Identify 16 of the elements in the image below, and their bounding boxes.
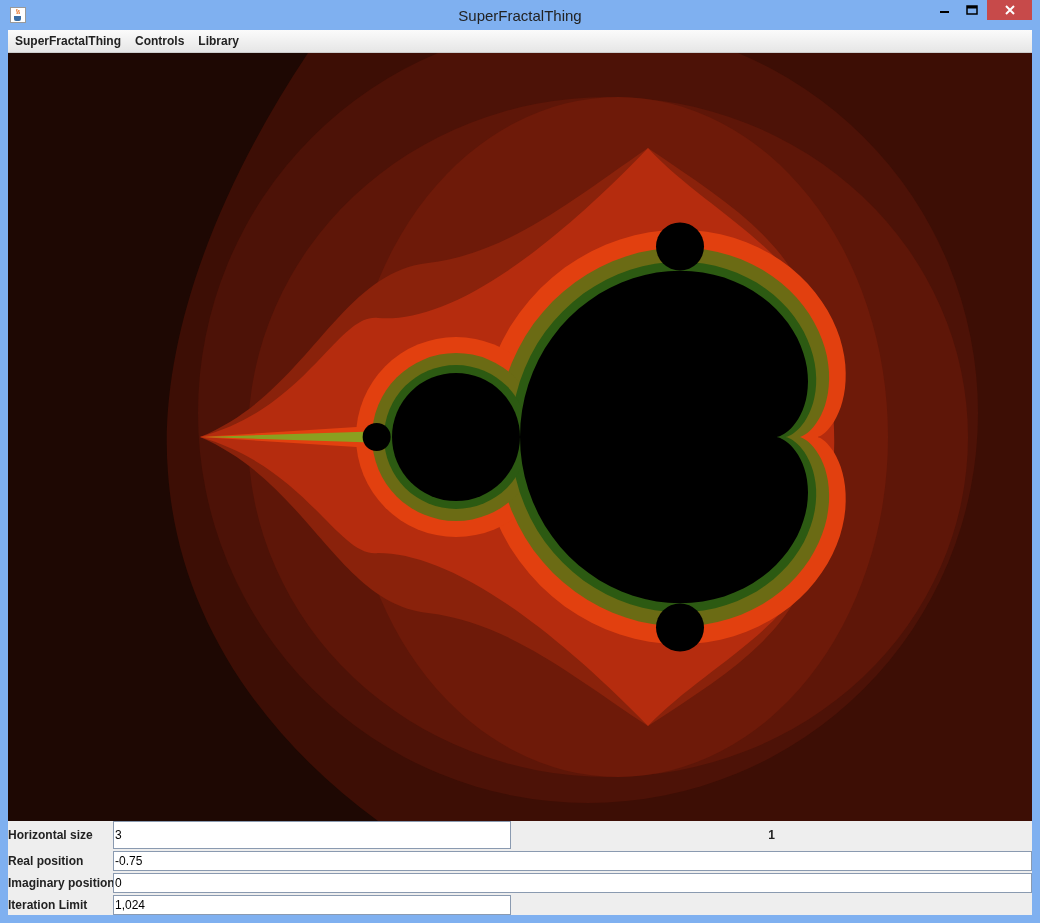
menu-item[interactable]: SuperFractalThing xyxy=(15,34,121,48)
cup-icon xyxy=(10,7,26,23)
input-field[interactable]: 0 xyxy=(113,873,1032,893)
window-title: SuperFractalThing xyxy=(458,6,582,24)
menu-item[interactable]: Controls xyxy=(135,34,185,48)
input-field[interactable]: 1,024 xyxy=(113,895,511,915)
menu-item[interactable]: Library xyxy=(198,34,240,48)
status-text: 1 xyxy=(767,828,776,842)
input-field[interactable]: 3 xyxy=(113,821,511,849)
field-label: Horizontal size xyxy=(8,827,94,844)
field-label: Real position xyxy=(8,853,85,870)
maximize-icon xyxy=(965,5,978,15)
field-label: Iteration Limit xyxy=(8,897,89,914)
input-field[interactable]: -0.75 xyxy=(113,851,1032,871)
close-button[interactable] xyxy=(987,0,1032,20)
close-icon xyxy=(1004,5,1015,15)
